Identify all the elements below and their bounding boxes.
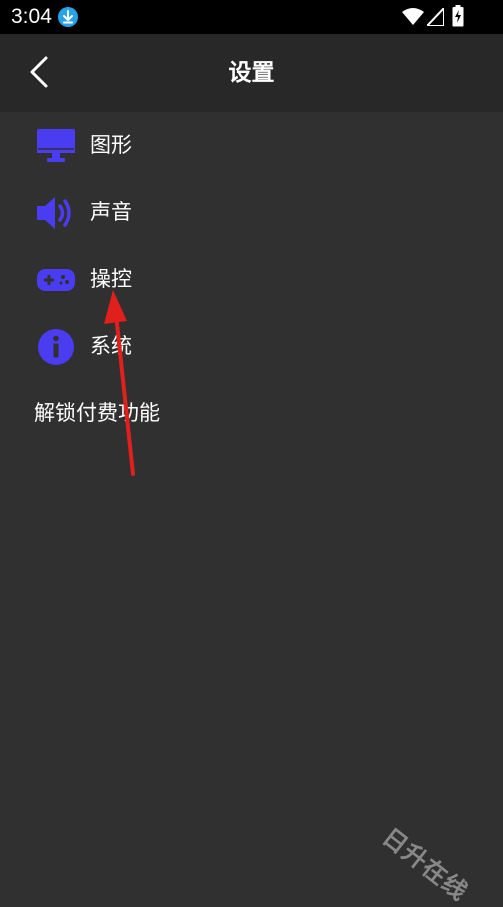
info-icon [38, 329, 74, 365]
menu-item-label: 解锁付费功能 [34, 401, 160, 425]
menu-item-controls[interactable]: 操控 [0, 246, 503, 313]
signal-icon [427, 8, 444, 26]
menu-item-label: 声音 [90, 200, 132, 224]
app-bar: 设置 [0, 34, 503, 112]
menu-item-label: 系统 [90, 334, 132, 358]
back-button[interactable] [18, 50, 62, 94]
status-time: 3:04 [11, 5, 52, 28]
page-title: 设置 [228, 60, 275, 86]
battery-charging-icon [452, 5, 464, 27]
monitor-icon [37, 129, 75, 162]
menu-item-label: 图形 [90, 133, 132, 157]
status-bar: 3:04 [0, 0, 503, 34]
menu-item-system[interactable]: 系统 [0, 313, 503, 380]
gamepad-icon [37, 269, 75, 291]
menu-item-unlock-premium[interactable]: 解锁付费功能 [0, 380, 503, 447]
wifi-icon [402, 8, 424, 25]
chevron-left-icon [30, 56, 48, 88]
menu-item-label: 操控 [90, 267, 132, 291]
menu-item-sound[interactable]: 声音 [0, 179, 503, 246]
speaker-icon [37, 197, 71, 229]
menu-item-graphics[interactable]: 图形 [0, 112, 503, 179]
download-icon [58, 7, 78, 27]
